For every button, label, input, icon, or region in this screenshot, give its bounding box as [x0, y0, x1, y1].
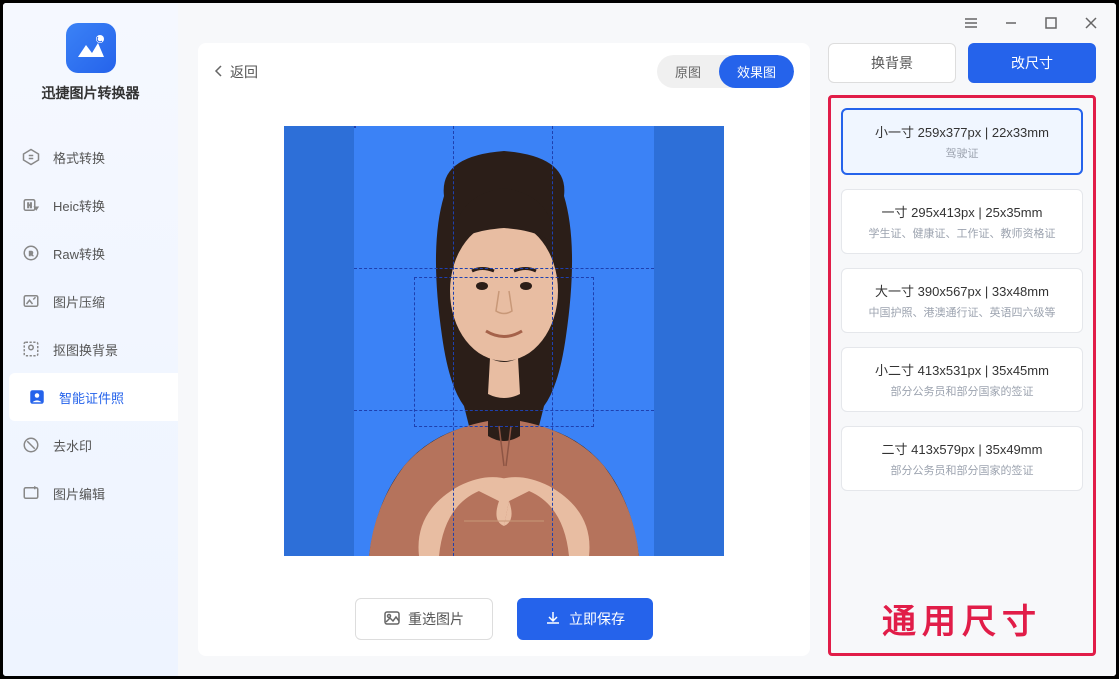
size-option-1[interactable]: 一寸 295x413px | 25x35mm 学生证、健康证、工作证、教师资格证 — [841, 189, 1083, 254]
nav-image-compress[interactable]: 图片压缩 — [3, 277, 178, 325]
size-desc: 学生证、健康证、工作证、教师资格证 — [852, 225, 1072, 241]
raw-icon: R — [21, 243, 41, 263]
minimize-icon[interactable] — [1000, 12, 1022, 34]
nav-label: 抠图换背景 — [53, 340, 118, 359]
tab-change-size[interactable]: 改尺寸 — [968, 43, 1096, 83]
save-label: 立即保存 — [569, 609, 625, 629]
nav-label: Heic转换 — [53, 196, 105, 215]
reselect-button[interactable]: 重选图片 — [355, 598, 493, 640]
size-desc: 部分公务员和部分国家的签证 — [852, 462, 1072, 478]
nav-label: Raw转换 — [53, 244, 105, 263]
size-list: 小一寸 259x377px | 22x33mm 驾驶证 一寸 295x413px… — [841, 108, 1083, 582]
logo-area: 迅捷图片转换器 — [3, 23, 178, 103]
preview-header: 返回 原图 效果图 — [198, 43, 810, 100]
image-icon — [384, 610, 400, 629]
app-title: 迅捷图片转换器 — [42, 83, 140, 103]
photo-canvas[interactable] — [284, 126, 724, 556]
nav-label: 去水印 — [53, 436, 92, 455]
nav-list: 格式转换 H Heic转换 R Raw转换 图片压缩 抠图换背景 智能证件照 — [3, 133, 178, 517]
back-label: 返回 — [230, 62, 258, 82]
size-desc: 部分公务员和部分国家的签证 — [852, 383, 1072, 399]
edit-icon — [21, 483, 41, 503]
tab-change-bg[interactable]: 换背景 — [828, 43, 956, 83]
right-tabs: 换背景 改尺寸 — [828, 43, 1096, 83]
save-button[interactable]: 立即保存 — [517, 598, 653, 640]
size-desc: 中国护照、港澳通行证、英语四六级等 — [852, 304, 1072, 320]
toggle-result[interactable]: 效果图 — [719, 55, 794, 88]
download-icon — [545, 610, 561, 629]
size-desc: 驾驶证 — [853, 145, 1071, 161]
maximize-icon[interactable] — [1040, 12, 1062, 34]
nav-label: 图片编辑 — [53, 484, 105, 503]
preview-footer: 重选图片 立即保存 — [198, 582, 810, 656]
size-option-2[interactable]: 二寸 413x579px | 35x49mm 部分公务员和部分国家的签证 — [841, 426, 1083, 491]
nav-id-photo[interactable]: 智能证件照 — [9, 373, 178, 421]
size-title: 一寸 295x413px | 25x35mm — [852, 202, 1072, 221]
sidebar: 迅捷图片转换器 格式转换 H Heic转换 R Raw转换 图片压缩 抠图换背景 — [3, 3, 178, 676]
nav-label: 图片压缩 — [53, 292, 105, 311]
main-area: 返回 原图 效果图 — [178, 3, 1116, 676]
size-title: 小一寸 259x377px | 22x33mm — [853, 122, 1071, 141]
app-logo-icon — [66, 23, 116, 73]
toggle-original[interactable]: 原图 — [657, 55, 719, 88]
nav-raw-convert[interactable]: R Raw转换 — [3, 229, 178, 277]
nav-label: 格式转换 — [53, 148, 105, 167]
menu-icon[interactable] — [960, 12, 982, 34]
preview-panel: 返回 原图 效果图 — [198, 43, 810, 656]
id-photo-icon — [27, 387, 47, 407]
photo-crop-area — [354, 126, 654, 556]
size-option-small-1[interactable]: 小一寸 259x377px | 22x33mm 驾驶证 — [841, 108, 1083, 175]
preview-toggle: 原图 效果图 — [657, 55, 794, 88]
size-list-highlight: 小一寸 259x377px | 22x33mm 驾驶证 一寸 295x413px… — [828, 95, 1096, 656]
size-option-small-2[interactable]: 小二寸 413x531px | 35x45mm 部分公务员和部分国家的签证 — [841, 347, 1083, 412]
swap-icon — [21, 147, 41, 167]
nav-label: 智能证件照 — [59, 388, 124, 407]
person-photo — [354, 126, 654, 556]
cutout-icon — [21, 339, 41, 359]
size-title: 二寸 413x579px | 35x49mm — [852, 439, 1072, 458]
size-option-large-1[interactable]: 大一寸 390x567px | 33x48mm 中国护照、港澳通行证、英语四六级… — [841, 268, 1083, 333]
heic-icon: H — [21, 195, 41, 215]
app-window: 迅捷图片转换器 格式转换 H Heic转换 R Raw转换 图片压缩 抠图换背景 — [0, 0, 1119, 679]
chevron-left-icon — [214, 64, 224, 80]
compress-icon — [21, 291, 41, 311]
reselect-label: 重选图片 — [408, 609, 464, 629]
content: 返回 原图 效果图 — [178, 43, 1116, 676]
watermark-icon — [21, 435, 41, 455]
nav-remove-watermark[interactable]: 去水印 — [3, 421, 178, 469]
size-title: 小二寸 413x531px | 35x45mm — [852, 360, 1072, 379]
preview-body — [198, 100, 810, 582]
svg-text:H: H — [27, 203, 31, 209]
nav-format-convert[interactable]: 格式转换 — [3, 133, 178, 181]
svg-text:R: R — [29, 251, 33, 257]
size-title: 大一寸 390x567px | 33x48mm — [852, 281, 1072, 300]
nav-heic-convert[interactable]: H Heic转换 — [3, 181, 178, 229]
right-panel: 换背景 改尺寸 小一寸 259x377px | 22x33mm 驾驶证 一寸 2… — [828, 43, 1096, 656]
close-icon[interactable] — [1080, 12, 1102, 34]
annotation-common-size: 通用尺寸 — [841, 594, 1083, 643]
nav-image-edit[interactable]: 图片编辑 — [3, 469, 178, 517]
titlebar — [178, 3, 1116, 43]
nav-cutout-bg[interactable]: 抠图换背景 — [3, 325, 178, 373]
back-button[interactable]: 返回 — [214, 62, 258, 82]
